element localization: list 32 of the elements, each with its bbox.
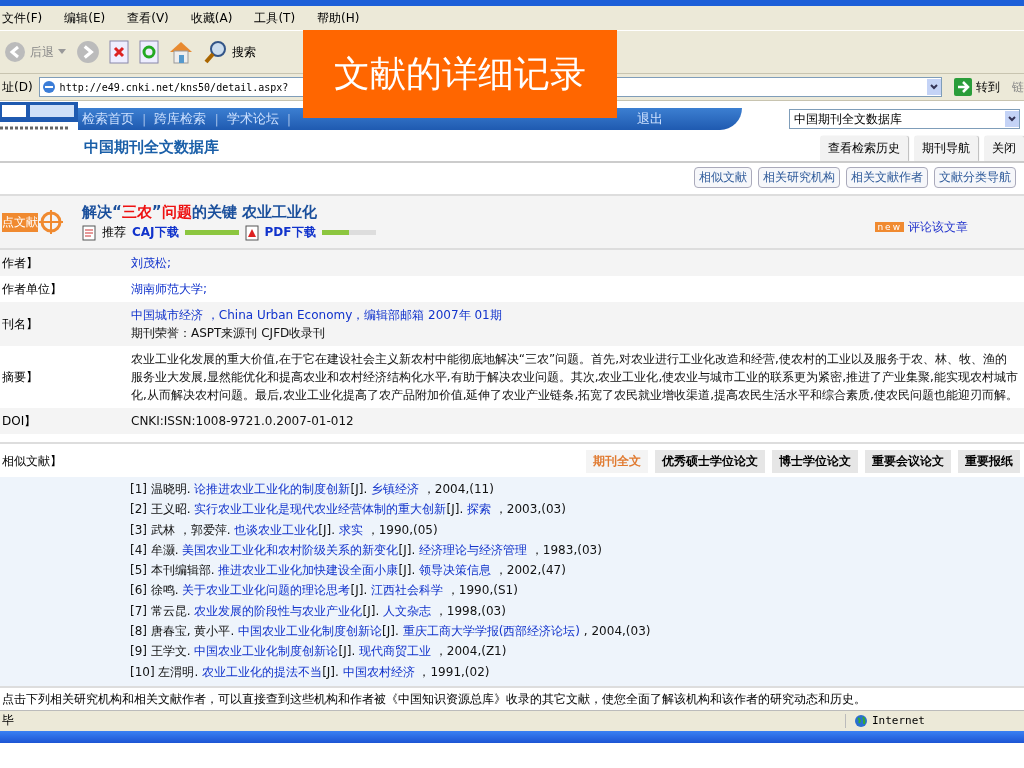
callout-tooltip: 文献的详细记录: [303, 30, 617, 118]
field-value: 期刊荣誉：ASPT来源刊 CJFD收录刊: [131, 325, 327, 342]
field-value: CNKI:ISSN:1008-9721.0.2007-01-012: [131, 413, 355, 430]
reference-entry: [8] 唐春宝, 黄小平. 中国农业工业化制度创新论[J]. 重庆工商大学学报(西部经济论坛) , 2004,(03): [130, 623, 652, 641]
section-label: 相似文献】: [2, 453, 62, 470]
node-badge: 点文献: [2, 212, 38, 232]
reference-entry: [4] 牟灏. 美国农业工业化和农村阶级关系的新变化[J]. 经济理论与经济管理 ，1983,(03): [130, 541, 603, 559]
field-value: 农业工业化发展的重大价值,在于它在建设社会主义新农村中能彻底地解决“三农”问题。首先,对农业进行工业化改造和经营,使农村的工业以及服务于农、林、牧、渔的服务业大发展,显然能优化和提高农业和农村经济结构化水平,有助于解决农业问题。其次,农业工业化,使农业与城市工业的联系更为紧密,推进了产业集聚,能实现农村城市化,从而解决农村问题。最后,农业工业化提高了农产品附加价值,延伸了农业产业链条,拓宽了农民就业增收渠道,提高农民生活水平和综合素质,使农民问题也能迎刃而解。: [131, 351, 1018, 404]
field-label: 摘要】: [1, 368, 39, 386]
info-note: 点击下列相关研究机构和相关文献作者，可以直接查到这些机构和作者被《中国知识资源总库》收录的其它文献，使您全面了解该机构和该作者的研究动态和历史。: [1, 690, 867, 708]
nav-separator: |: [214, 111, 219, 127]
field-label: 刊名】: [1, 315, 39, 333]
reference-entry: [3] 武林 ，郭爱萍. 也谈农业工业化[J]. 求实 ，1990,(05): [130, 521, 439, 539]
reference-entry: [5] 本刊编辑部. 推进农业工业化加快建设全面小康[J]. 领导决策信息 ，2002,(47): [130, 562, 567, 580]
database-title: 中国期刊全文数据库: [84, 137, 219, 157]
reference-entry: [2] 王义昭. 实行农业工业化是现代农业经营体制的重大创新[J]. 探索 ，2003,(03): [130, 501, 567, 519]
status-text: 毕: [2, 712, 14, 730]
nav-separator: |: [286, 111, 292, 127]
reference-entry: [10] 左渭明. 农业工业化的提法不当[J]. 中国农村经济 ，1991,(02): [130, 663, 491, 681]
address-label: 址(D): [2, 78, 33, 96]
reference-entry: [7] 常云昆. 农业发展的阶段性与农业产业化[J]. 人文杂志 ，1998,(03): [130, 602, 507, 620]
article-title: 解决“三农”问题的关键 农业工业化: [82, 203, 318, 222]
field-label: 作者】: [1, 254, 39, 272]
reference-entry: [9] 王学文. 中国农业工业化制度创新论[J]. 现代商贸工业 ，2004,(Z1): [130, 643, 508, 661]
reference-entry: [1] 温晓明. 论推进农业工业化的制度创新[J]. 乡镇经济 ，2004,(11): [130, 481, 495, 498]
new-badge: new: [875, 222, 904, 232]
field-label: DOI】: [1, 412, 38, 430]
reference-entry: [6] 徐鸣. 关于农业工业化问题的理论思考[J]. 江西社会科学 ，1990,(S1): [130, 582, 519, 600]
zone-label: Internet: [872, 714, 925, 728]
recommend-label: 推荐: [102, 224, 126, 241]
nav-separator: |: [142, 111, 147, 127]
field-label: 作者单位】: [1, 280, 63, 298]
